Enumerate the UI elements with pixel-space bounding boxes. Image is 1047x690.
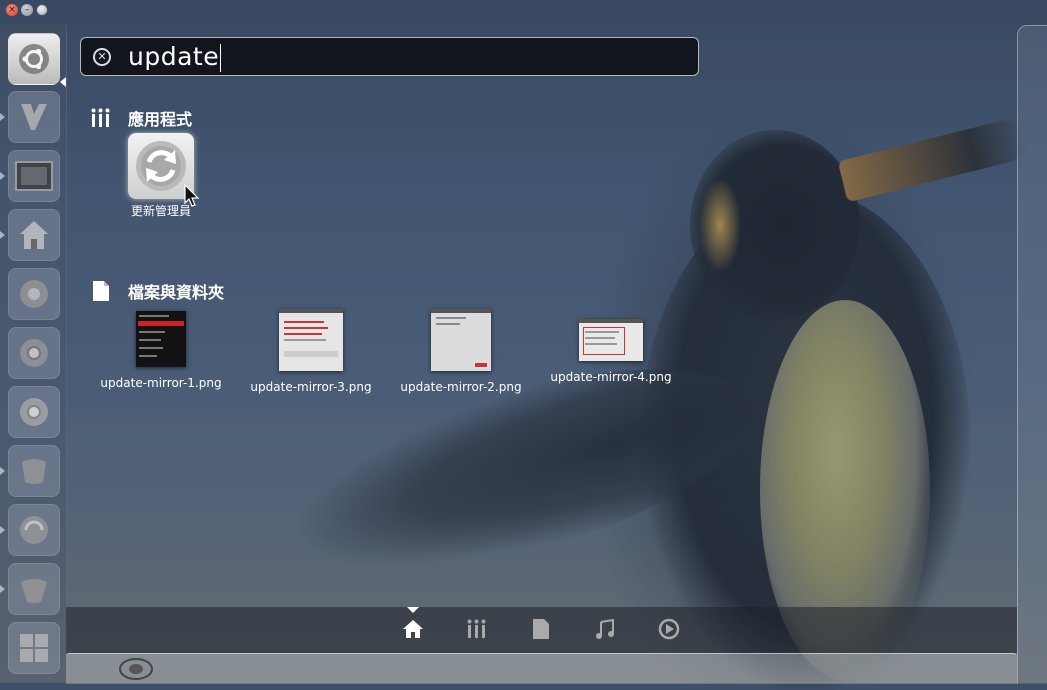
dash-edge: [1017, 25, 1047, 684]
app-icon: [22, 459, 46, 484]
app-icon: [20, 516, 48, 544]
close-window-button[interactable]: ×: [6, 4, 18, 16]
app-icon: [20, 280, 48, 308]
active-lens-indicator: [407, 607, 419, 613]
launcher-app-1[interactable]: [8, 268, 60, 320]
launcher-app-2[interactable]: [8, 445, 60, 497]
bottom-panel: [66, 653, 1017, 684]
refresh-icon: [136, 141, 186, 191]
lens-music[interactable]: [593, 617, 617, 641]
applications-icon: [467, 619, 486, 638]
workspace-switcher-icon: [20, 634, 48, 662]
chromium-icon: [20, 339, 48, 367]
music-icon: [596, 618, 614, 639]
applications-icon: [86, 107, 116, 129]
file-name: update-mirror-4.png: [550, 370, 672, 384]
home-folder-icon: [20, 221, 48, 249]
lens-home[interactable]: [401, 617, 425, 641]
minimize-window-button[interactable]: –: [21, 4, 33, 16]
ubuntu-logo-icon: [19, 44, 49, 74]
applications-section-title: 應用程式: [128, 110, 193, 129]
files-icon: [86, 280, 116, 302]
search-bar[interactable]: ✕ update: [80, 37, 699, 76]
launcher: [0, 25, 67, 683]
dash-home-button[interactable]: [8, 33, 60, 85]
file-thumbnail: [579, 319, 643, 361]
search-input[interactable]: update: [128, 42, 222, 72]
maximize-window-button[interactable]: [36, 4, 48, 16]
file-name: update-mirror-1.png: [100, 376, 222, 390]
mouse-pointer-icon: [184, 184, 200, 207]
file-thumbnail: [279, 309, 343, 371]
video-icon: [658, 618, 680, 640]
file-name: update-mirror-3.png: [250, 380, 372, 394]
chrome-icon: [20, 398, 48, 426]
home-icon: [403, 620, 423, 638]
file-result[interactable]: update-mirror-4.png: [536, 319, 686, 384]
window-controls: × –: [6, 4, 48, 16]
launcher-app-3[interactable]: [8, 504, 60, 556]
launcher-chrome[interactable]: [8, 386, 60, 438]
lens-files[interactable]: [529, 617, 553, 641]
app-icon: [21, 579, 47, 603]
launcher-workspace-switcher[interactable]: [8, 622, 60, 674]
clear-search-icon[interactable]: ✕: [93, 47, 111, 66]
lens-video[interactable]: [657, 617, 681, 641]
launcher-screenshot[interactable]: [8, 150, 60, 202]
file-result[interactable]: update-mirror-3.png: [236, 309, 386, 394]
file-thumbnail: [136, 311, 186, 367]
launcher-app-4[interactable]: [8, 563, 60, 615]
file-result[interactable]: update-mirror-2.png: [386, 309, 536, 394]
files-icon: [533, 619, 549, 639]
file-name: update-mirror-2.png: [400, 380, 522, 394]
files-section-header: 檔案與資料夾: [86, 279, 224, 303]
applications-section-header: 應用程式: [86, 106, 192, 130]
file-result[interactable]: update-mirror-1.png: [86, 311, 236, 390]
launcher-vim[interactable]: [8, 91, 60, 143]
app-icon: [119, 658, 153, 680]
vim-icon: [21, 104, 47, 130]
files-section-title: 檔案與資料夾: [128, 283, 225, 302]
file-thumbnail: [431, 309, 491, 371]
lens-applications[interactable]: [465, 617, 489, 641]
launcher-home-folder[interactable]: [8, 209, 60, 261]
screenshot-icon: [15, 161, 53, 191]
launcher-chromium[interactable]: [8, 327, 60, 379]
